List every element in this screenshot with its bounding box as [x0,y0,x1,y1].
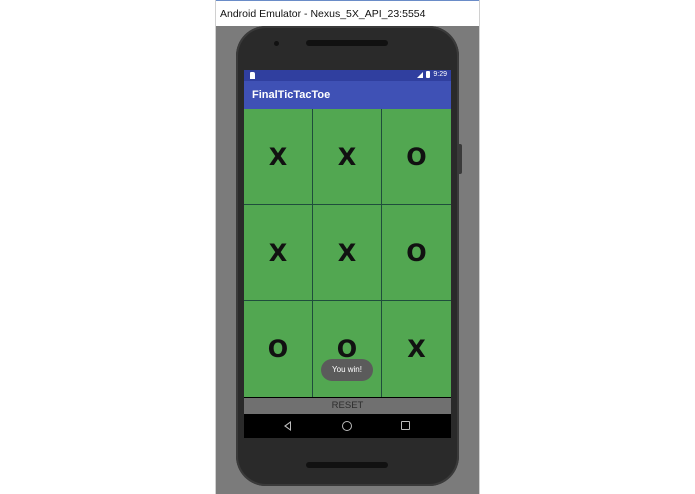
game-board: X X O X X O O O X [244,109,451,397]
back-icon[interactable] [284,421,291,431]
camera-icon [274,41,279,46]
board-cell-7[interactable]: O [244,301,312,397]
status-icons: 9:29 [417,71,447,78]
power-button[interactable] [459,144,462,174]
board-cell-3[interactable]: O [382,109,451,204]
top-speaker [306,40,388,46]
app-bar: FinalTicTacToe [244,81,451,109]
sd-card-icon [250,72,255,79]
recents-icon[interactable] [401,421,410,430]
battery-icon [426,71,431,78]
phone-frame: 9:29 FinalTicTacToe X X O X X O O O X Yo… [236,26,462,486]
phone-screen: 9:29 FinalTicTacToe X X O X X O O O X Yo… [244,70,451,438]
window-title: Android Emulator - Nexus_5X_API_23:5554 [220,8,426,20]
board-cell-9[interactable]: X [382,301,451,397]
signal-icon [417,71,424,78]
app-title: FinalTicTacToe [252,89,331,101]
board-cell-1[interactable]: X [244,109,312,204]
nav-bar [244,414,451,438]
board-cell-4[interactable]: X [244,205,312,300]
home-icon[interactable] [342,421,352,431]
emulator-area: 9:29 FinalTicTacToe X X O X X O O O X Yo… [216,26,479,494]
reset-button[interactable]: RESET [244,398,451,414]
status-time: 9:29 [433,71,447,78]
board-cell-5[interactable]: X [313,205,381,300]
window-titlebar[interactable]: Android Emulator - Nexus_5X_API_23:5554 [216,0,479,26]
win-toast: You win! [321,359,373,381]
emulator-window: Android Emulator - Nexus_5X_API_23:5554 … [215,0,480,494]
board-cell-2[interactable]: X [313,109,381,204]
board-cell-6[interactable]: O [382,205,451,300]
status-bar: 9:29 [244,70,451,81]
bottom-speaker [306,462,388,468]
board-cell-8[interactable]: O [313,301,381,397]
